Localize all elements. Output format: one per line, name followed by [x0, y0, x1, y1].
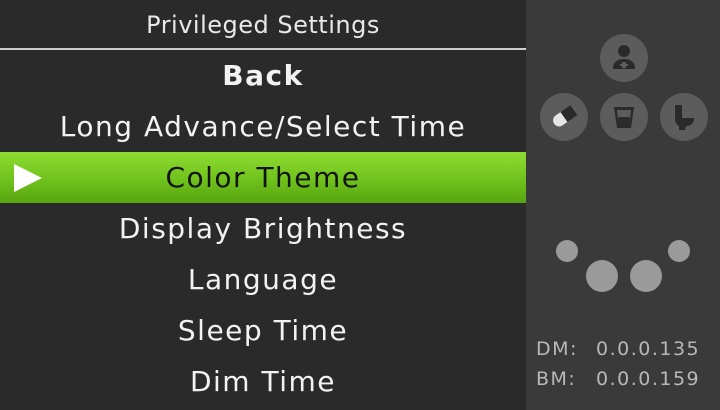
status-panel: DM: 0.0.0.135 BM: 0.0.0.159 — [526, 0, 720, 410]
selection-pointer-icon — [14, 164, 42, 192]
cup-icon — [600, 93, 648, 141]
menu-item-label: Back — [222, 59, 304, 92]
menu-item-label: Display Brightness — [118, 212, 408, 245]
menu-item-language[interactable]: Language — [0, 254, 526, 305]
version-value: 0.0.0.135 — [596, 338, 701, 360]
menu-item-long-advance-select-time[interactable]: Long Advance/Select Time — [0, 101, 526, 152]
device-screen: Privileged Settings Back Long Advance/Se… — [0, 0, 720, 410]
menu-title: Privileged Settings — [146, 11, 380, 39]
toilet-icon — [660, 93, 708, 141]
version-label: DM: — [536, 338, 578, 360]
menu-item-dim-time[interactable]: Dim Time — [0, 356, 526, 407]
indicator-dot — [586, 260, 618, 292]
menu-item-label: Color Theme — [165, 161, 361, 194]
menu-item-label: Long Advance/Select Time — [59, 110, 467, 143]
bm-version: BM: 0.0.0.159 — [536, 368, 720, 390]
user-icon — [600, 34, 648, 82]
dm-version: DM: 0.0.0.135 — [536, 338, 720, 360]
menu-item-sleep-time[interactable]: Sleep Time — [0, 305, 526, 356]
indicator-dot — [668, 240, 690, 262]
menu-item-label: Sleep Time — [177, 314, 349, 347]
version-value: 0.0.0.159 — [596, 368, 701, 390]
menu-item-display-brightness[interactable]: Display Brightness — [0, 203, 526, 254]
menu-item-back[interactable]: Back — [0, 50, 526, 101]
settings-menu: Privileged Settings Back Long Advance/Se… — [0, 0, 526, 410]
menu-item-label: Dim Time — [189, 365, 337, 398]
menu-item-label: Language — [187, 263, 339, 296]
pill-icon — [540, 93, 588, 141]
version-label: BM: — [536, 368, 577, 390]
indicator-dot — [556, 240, 578, 262]
menu-item-color-theme[interactable]: Color Theme — [0, 152, 526, 203]
indicator-dot — [630, 260, 662, 292]
